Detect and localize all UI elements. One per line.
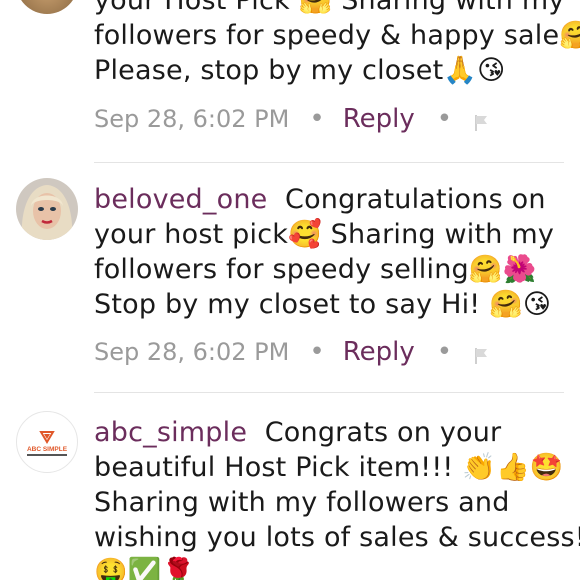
comment-line: Please, stop by my closet🙏😘 bbox=[94, 55, 506, 86]
comment-line: beautiful Host Pick item!!! 👏👍🤩 bbox=[94, 452, 564, 483]
comment-text: Congratulations on bbox=[285, 184, 546, 215]
comment-line: your host pick🥰 Sharing with my bbox=[94, 219, 555, 250]
comment-line: followers for speedy selling🤗🌺 bbox=[94, 254, 537, 285]
username-link[interactable]: beloved_one bbox=[94, 184, 267, 215]
logo-text: ABC SIMPLE bbox=[27, 446, 68, 453]
flag-icon[interactable] bbox=[474, 110, 490, 131]
comment-meta: Sep 28, 6:02 PM • Reply • bbox=[94, 104, 490, 134]
reply-button[interactable]: Reply bbox=[343, 337, 415, 367]
timestamp: Sep 28, 6:02 PM bbox=[94, 338, 290, 366]
comment-meta: Sep 28, 6:02 PM • Reply • bbox=[94, 337, 490, 367]
comment-line: beloved_one Congratulations on bbox=[94, 182, 574, 217]
timestamp: Sep 28, 6:02 PM bbox=[94, 105, 290, 133]
avatar[interactable]: ABC SIMPLE bbox=[16, 411, 78, 473]
comment-text: Congrats on your bbox=[264, 417, 502, 448]
separator-dot: • bbox=[309, 337, 325, 367]
comment-line: 🤑✅🌹 bbox=[94, 557, 196, 580]
comment-line: your Host Pick 🤗 Sharing with my bbox=[94, 0, 565, 16]
abc-simple-logo: ABC SIMPLE bbox=[27, 431, 68, 456]
separator-dot: • bbox=[436, 104, 453, 134]
comment-line: Sharing with my followers and bbox=[94, 487, 510, 518]
divider bbox=[94, 162, 564, 163]
divider bbox=[94, 392, 564, 393]
flag-icon[interactable] bbox=[474, 343, 490, 364]
comment-body: abc_simple Congrats on your beautiful Ho… bbox=[94, 415, 580, 580]
username-link[interactable]: abc_simple bbox=[94, 417, 247, 448]
avatar[interactable] bbox=[16, 0, 78, 14]
comment-body: beloved_one Congratulations on your host… bbox=[94, 182, 574, 322]
comment-line: abc_simple Congrats on your bbox=[94, 415, 574, 450]
separator-dot: • bbox=[309, 104, 325, 134]
comment-line: followers for speedy & happy sale🤗 bbox=[94, 20, 580, 51]
comments-feed: your Host Pick 🤗 Sharing with my followe… bbox=[0, 0, 580, 580]
comment-body: your Host Pick 🤗 Sharing with my followe… bbox=[94, 0, 580, 88]
avatar-photo bbox=[16, 178, 78, 240]
separator-dot: • bbox=[436, 337, 453, 367]
comment-line: wishing you lots of sales & success!! bbox=[94, 522, 580, 553]
reply-button[interactable]: Reply bbox=[343, 104, 415, 134]
avatar[interactable] bbox=[16, 178, 78, 240]
comment-line: Stop by my closet to say Hi! 🤗😘 bbox=[94, 289, 552, 320]
